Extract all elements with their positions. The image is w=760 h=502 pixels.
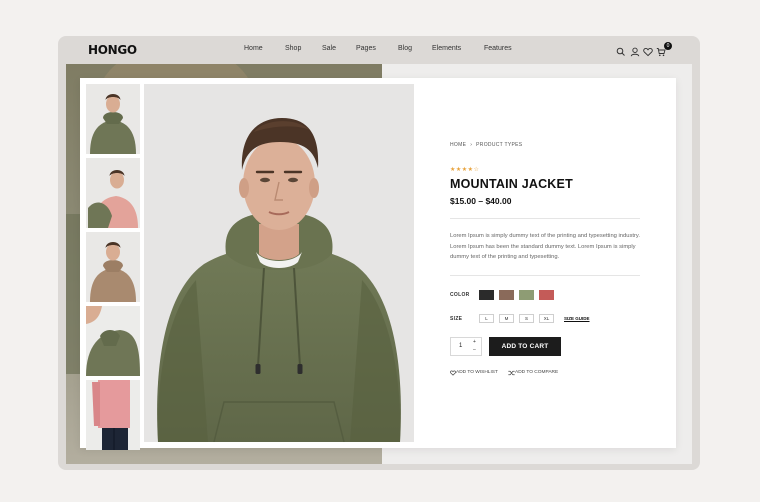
product-description: Lorem Ipsum is simply dummy text of the …	[450, 233, 640, 261]
add-to-cart-button[interactable]: ADD TO CART	[489, 337, 561, 356]
thumbnail-5[interactable]	[86, 380, 140, 450]
compare-label: ADD TO COMPARE	[515, 370, 559, 375]
color-swatch-black[interactable]	[479, 290, 494, 300]
product-price: $15.00 – $40.00	[450, 196, 512, 206]
breadcrumb: HOME › PRODUCT TYPES	[450, 142, 522, 148]
cart-count-badge: 0	[664, 42, 672, 50]
decrement-icon[interactable]: –	[473, 347, 476, 353]
size-option-l[interactable]: L	[479, 314, 494, 323]
heart-icon[interactable]	[643, 44, 653, 57]
nav-item-shop[interactable]: Shop	[285, 45, 301, 52]
main-product-image[interactable]	[144, 84, 414, 442]
nav-item-elements[interactable]: Elements	[432, 45, 461, 52]
thumbnail-4[interactable]	[86, 306, 140, 376]
product-info: HOME › PRODUCT TYPES ★★★★☆ MOUNTAIN JACKET…	[450, 78, 650, 448]
search-icon[interactable]	[616, 44, 626, 56]
nav-item-blog[interactable]: Blog	[398, 45, 412, 52]
size-option-s[interactable]: S	[519, 314, 534, 323]
rating-stars: ★★★★☆	[450, 167, 480, 173]
quantity-value[interactable]: 1	[459, 343, 462, 349]
divider	[450, 275, 640, 276]
thumbnail-1[interactable]	[86, 84, 140, 154]
size-guide-link[interactable]: SIZE GUIDE	[564, 316, 590, 321]
increment-icon[interactable]: +	[473, 339, 476, 345]
site-header: HONGO Home Shop Sale Pages Blog Elements…	[58, 36, 700, 64]
color-swatch-brown[interactable]	[499, 290, 514, 300]
quantity-stepper[interactable]: 1 + –	[450, 337, 482, 356]
chevron-right-icon: ›	[470, 142, 473, 148]
size-option-xl[interactable]: XL	[539, 314, 554, 323]
compare-link[interactable]: ADD TO COMPARE	[508, 370, 558, 377]
wishlist-label: ADD TO WISHLIST	[456, 370, 498, 375]
shuffle-icon	[508, 370, 515, 376]
product-title: MOUNTAIN JACKET	[450, 177, 573, 191]
nav-item-sale[interactable]: Sale	[322, 45, 336, 52]
browser-frame: HONGO Home Shop Sale Pages Blog Elements…	[58, 36, 700, 470]
product-quickview-card: HOME › PRODUCT TYPES ★★★★☆ MOUNTAIN JACKET…	[80, 78, 676, 450]
wishlist-link[interactable]: ADD TO WISHLIST	[450, 370, 498, 377]
divider	[450, 218, 640, 219]
color-label: COLOR	[450, 292, 470, 298]
breadcrumb-home[interactable]: HOME	[450, 142, 466, 148]
nav-item-features[interactable]: Features	[484, 45, 512, 52]
color-swatch-green[interactable]	[519, 290, 534, 300]
page-stage: HOME › PRODUCT TYPES ★★★★☆ MOUNTAIN JACKET…	[66, 64, 692, 464]
size-label: SIZE	[450, 316, 463, 322]
breadcrumb-product-types[interactable]: PRODUCT TYPES	[476, 142, 522, 148]
nav-item-home[interactable]: Home	[244, 45, 263, 52]
nav-item-pages[interactable]: Pages	[356, 45, 376, 52]
thumbnail-2[interactable]	[86, 158, 140, 228]
thumbnail-3[interactable]	[86, 232, 140, 302]
size-option-m[interactable]: M	[499, 314, 514, 323]
user-icon[interactable]	[630, 44, 640, 57]
color-swatch-red[interactable]	[539, 290, 554, 300]
site-logo[interactable]: HONGO	[88, 43, 137, 57]
